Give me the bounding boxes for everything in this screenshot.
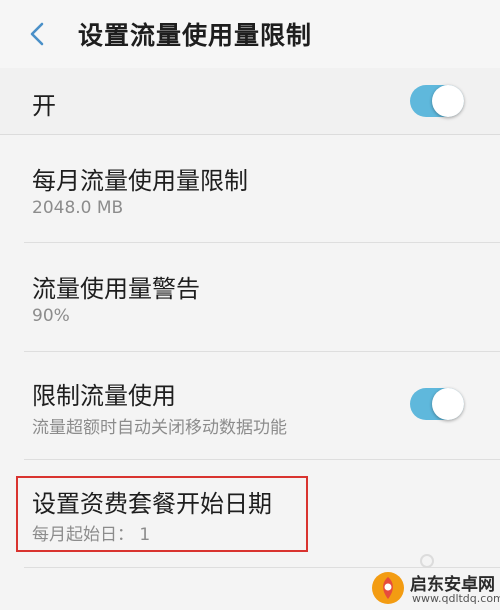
watermark-logo-icon	[372, 572, 404, 604]
screen: 设置流量使用量限制 开 每月流量使用量限制 2048.0 MB 流量使用量警告 …	[0, 0, 500, 610]
setting-description: 流量超额时自动关闭移动数据功能	[32, 418, 287, 438]
app-header: 设置流量使用量限制	[0, 0, 500, 69]
master-toggle[interactable]	[410, 85, 464, 117]
setting-title: 流量使用量警告	[32, 275, 200, 303]
watermark-url: www.qdltdq.com	[412, 592, 500, 605]
setting-title: 限制流量使用	[32, 382, 176, 410]
watermark: 启东安卓网 www.qdltdq.com	[370, 568, 500, 610]
setting-item-monthly-limit[interactable]: 每月流量使用量限制 2048.0 MB	[0, 135, 500, 241]
setting-item-limit-usage[interactable]: 限制流量使用 流量超额时自动关闭移动数据功能	[0, 352, 500, 458]
setting-item-usage-warning[interactable]: 流量使用量警告 90%	[0, 243, 500, 350]
limit-usage-toggle[interactable]	[410, 388, 464, 420]
back-button[interactable]	[22, 18, 54, 50]
toggle-knob	[432, 388, 464, 420]
setting-title: 每月流量使用量限制	[32, 167, 248, 195]
setting-value: 90%	[32, 306, 70, 326]
toggle-knob	[432, 85, 464, 117]
master-switch-label: 开	[32, 92, 56, 120]
master-switch-row[interactable]: 开	[0, 68, 500, 135]
setting-value: 2048.0 MB	[32, 198, 124, 218]
page-title: 设置流量使用量限制	[78, 21, 313, 50]
chevron-left-icon	[30, 22, 44, 46]
highlight-annotation	[16, 476, 308, 552]
